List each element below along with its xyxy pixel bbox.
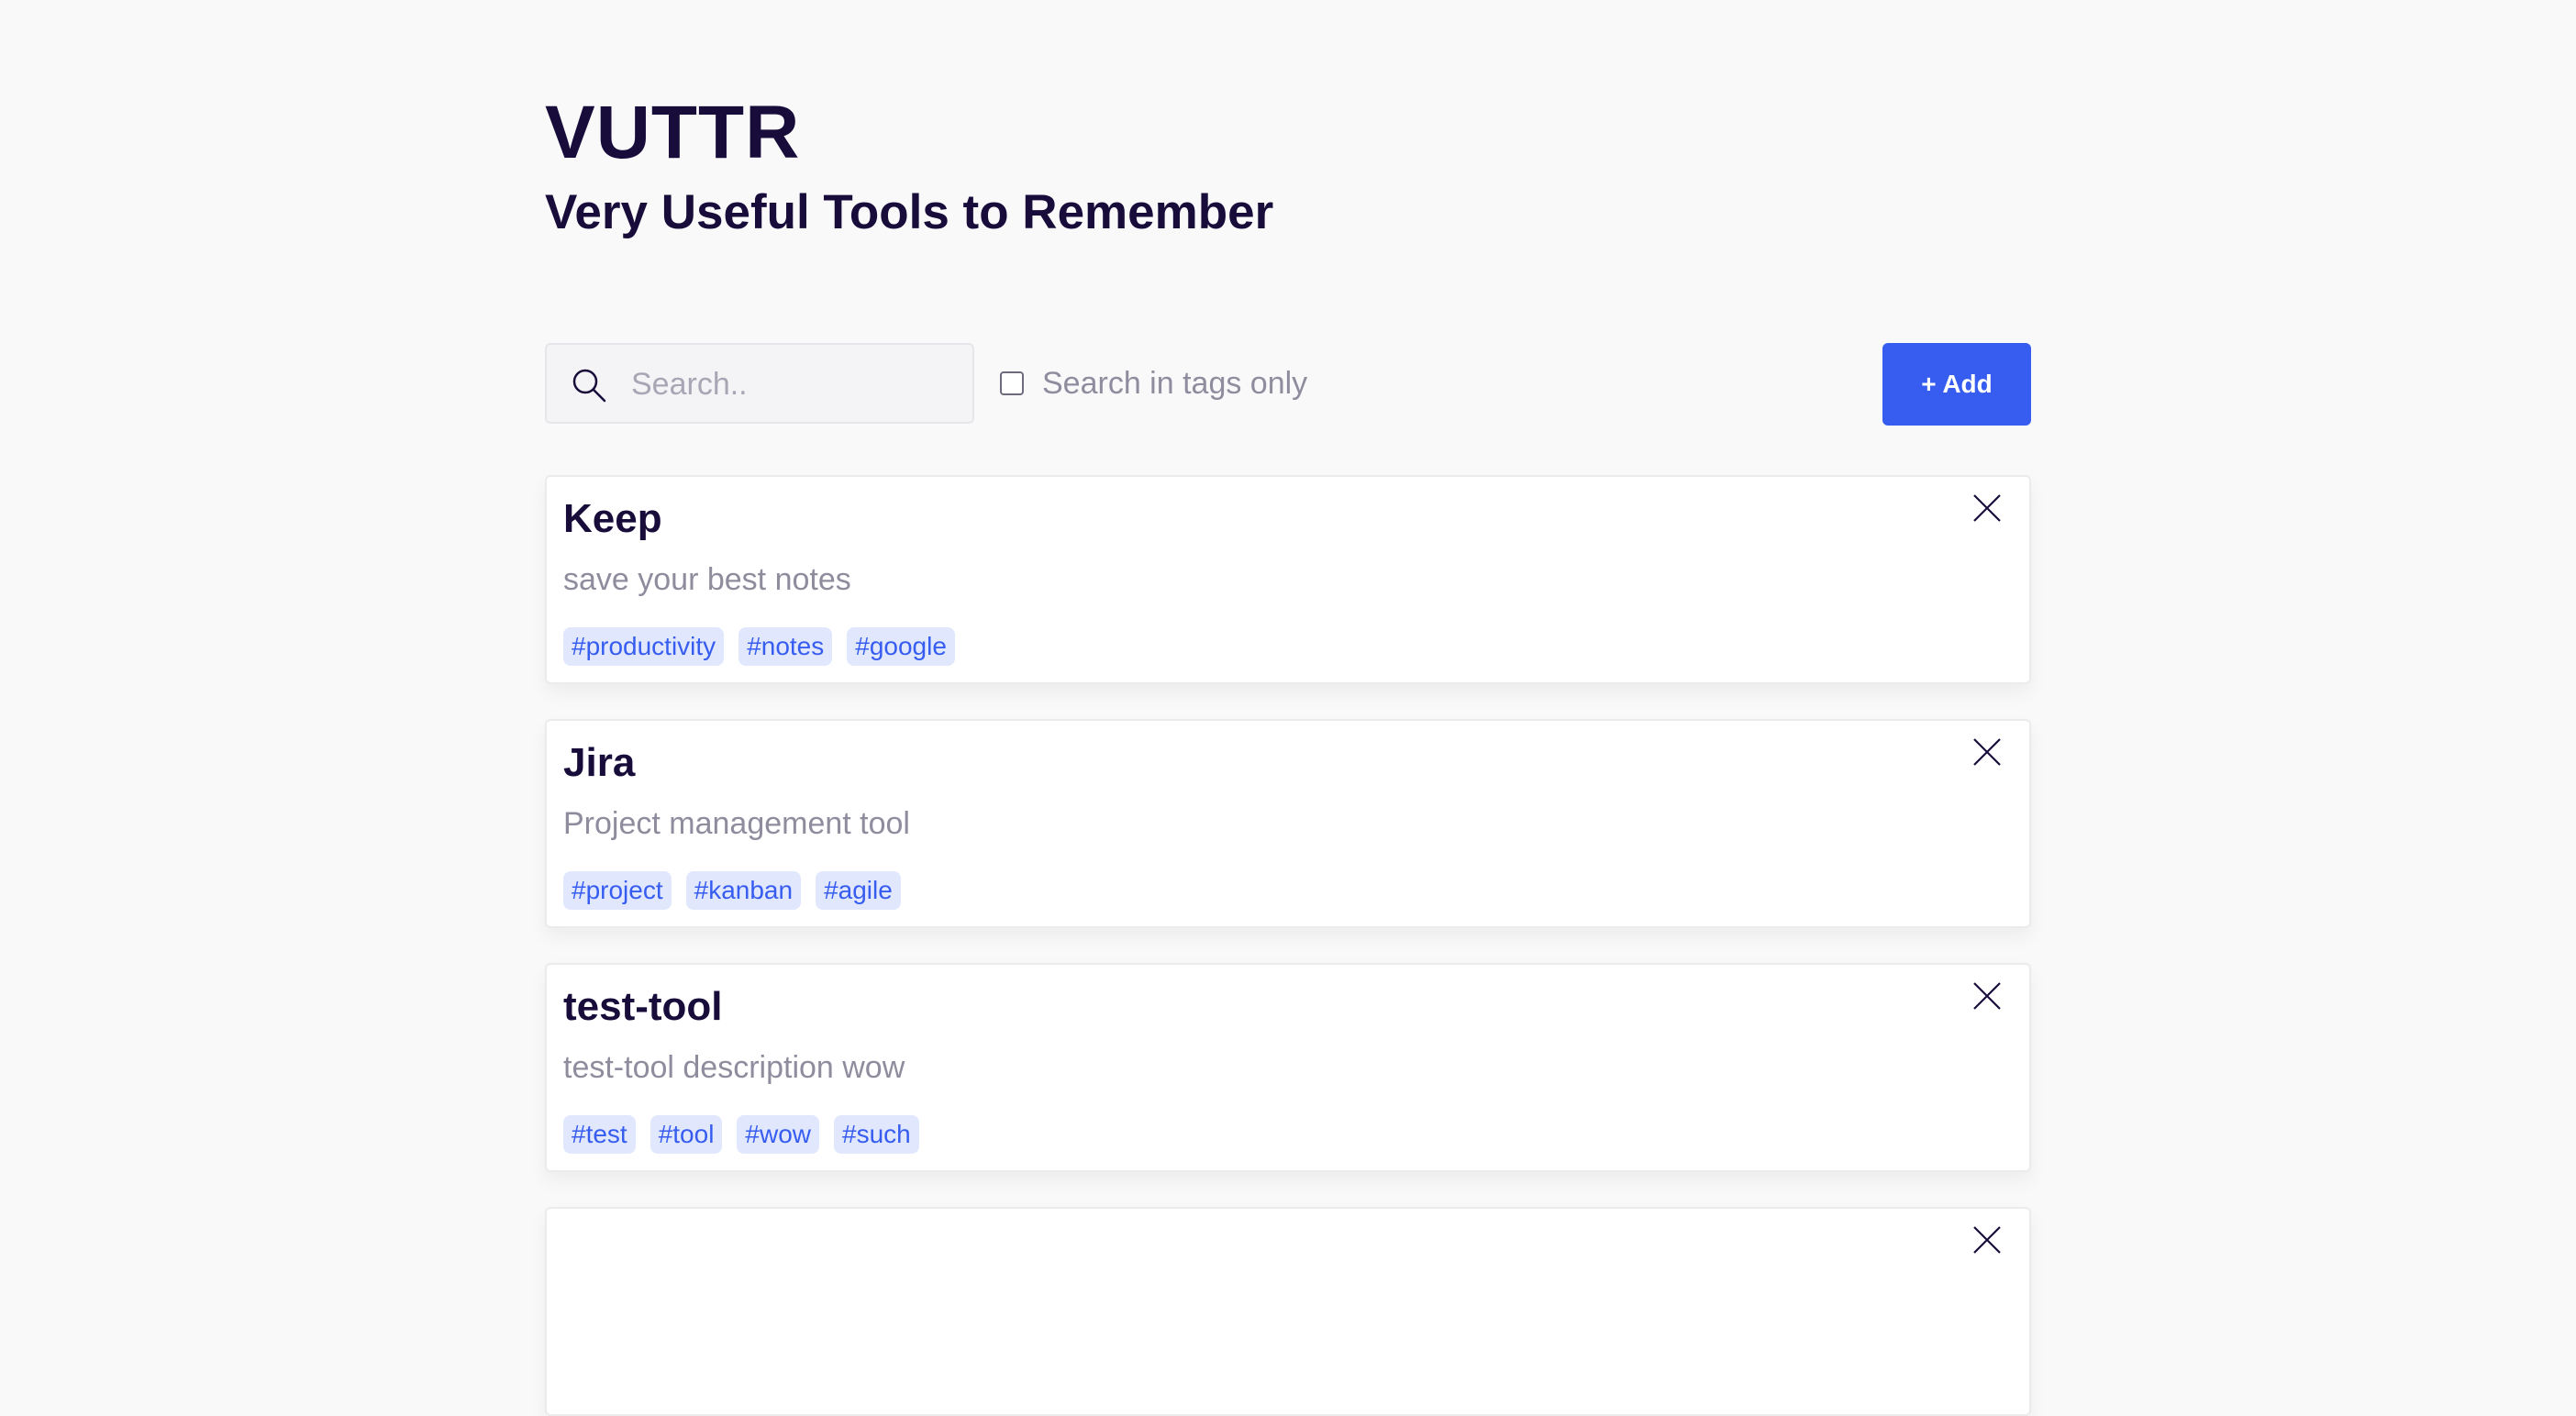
tool-description: test-tool description wow	[563, 1050, 905, 1085]
tag[interactable]: #productivity	[563, 627, 725, 666]
tag[interactable]: #notes	[738, 627, 833, 666]
close-icon[interactable]	[1972, 981, 2002, 1011]
tags-only-label: Search in tags only	[1042, 365, 1308, 401]
close-icon[interactable]	[1972, 493, 2002, 523]
tool-name[interactable]: Jira	[563, 737, 635, 789]
tool-description: save your best notes	[563, 562, 851, 597]
toolbar: Search in tags only + Add	[545, 343, 2031, 426]
search-tags-only-toggle[interactable]: Search in tags only	[1000, 343, 1307, 424]
tag[interactable]: #agile	[816, 871, 901, 910]
tag[interactable]: #test	[563, 1115, 636, 1154]
close-icon[interactable]	[1972, 737, 2002, 767]
tag[interactable]: #project	[563, 871, 672, 910]
tool-tags: #test #tool #wow #such	[563, 1115, 934, 1154]
app-title: VUTTR	[545, 91, 801, 174]
tool-name[interactable]: test-tool	[563, 981, 723, 1033]
add-tool-button[interactable]: + Add	[1882, 343, 2031, 426]
tool-card: test-tool test-tool description wow #tes…	[545, 963, 2031, 1172]
close-icon[interactable]	[1972, 1225, 2002, 1255]
search-icon	[572, 369, 606, 403]
tags-only-checkbox[interactable]	[1000, 371, 1024, 395]
tool-tags: #project #kanban #agile	[563, 871, 916, 910]
tool-tags: #productivity #notes #google	[563, 627, 970, 666]
search-box[interactable]	[545, 343, 974, 424]
app-subtitle: Very Useful Tools to Remember	[545, 185, 1274, 239]
search-input[interactable]	[629, 345, 963, 424]
tool-card: Jira Project management tool #project #k…	[545, 719, 2031, 928]
tag[interactable]: #wow	[737, 1115, 820, 1154]
tag[interactable]: #google	[847, 627, 955, 666]
tool-card	[545, 1207, 2031, 1416]
tool-card: Keep save your best notes #productivity …	[545, 475, 2031, 684]
tag[interactable]: #kanban	[685, 871, 802, 910]
tag[interactable]: #tool	[650, 1115, 723, 1154]
tag[interactable]: #such	[834, 1115, 919, 1154]
tool-description: Project management tool	[563, 806, 910, 841]
tool-name[interactable]: Keep	[563, 493, 662, 545]
